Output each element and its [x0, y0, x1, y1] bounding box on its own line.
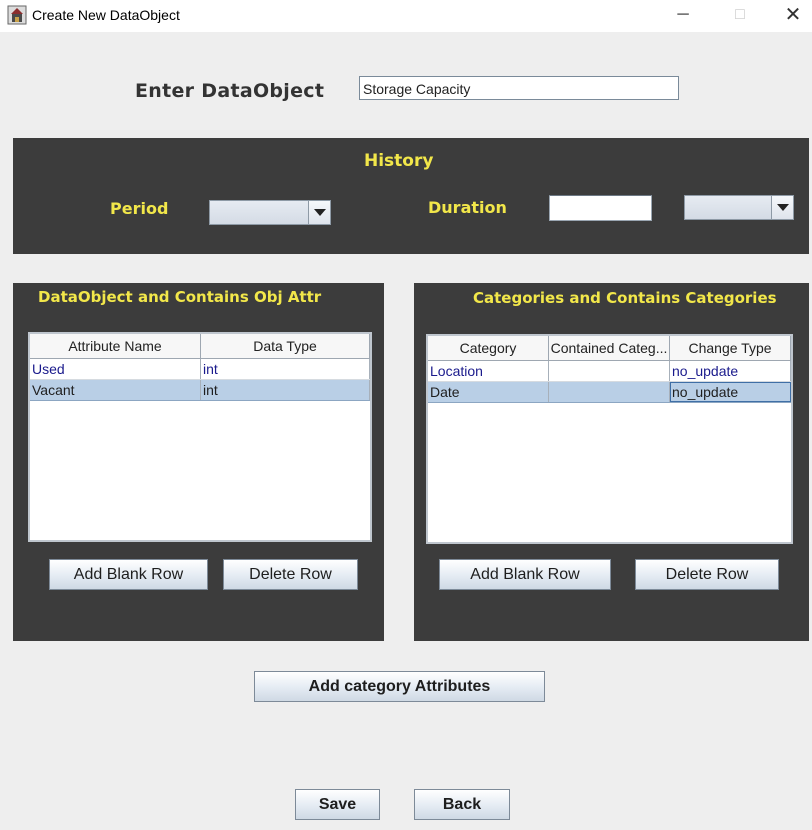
table-cell[interactable]: int — [201, 359, 370, 379]
attributes-panel-title: DataObject and Contains Obj Attr — [38, 288, 322, 306]
maximize-icon[interactable]: □ — [717, 0, 763, 32]
column-header-change-type[interactable]: Change Type — [670, 336, 791, 360]
attributes-panel: DataObject and Contains Obj Attr Attribu… — [13, 283, 384, 641]
table-cell[interactable] — [549, 361, 670, 381]
table-cell[interactable]: Used — [30, 359, 201, 379]
duration-unit-dropdown[interactable] — [684, 195, 794, 220]
delete-row-button[interactable]: Delete Row — [223, 559, 358, 590]
column-header-data-type[interactable]: Data Type — [201, 334, 370, 358]
history-title: History — [364, 151, 434, 171]
add-category-attributes-button[interactable]: Add category Attributes — [254, 671, 545, 702]
back-button[interactable]: Back — [414, 789, 510, 820]
save-button[interactable]: Save — [295, 789, 380, 820]
history-panel: History Period Duration — [13, 138, 809, 254]
column-header-contained-categories[interactable]: Contained Categ... — [549, 336, 670, 360]
enter-dataobject-label: Enter DataObject — [135, 80, 325, 102]
minimize-icon[interactable]: ─ — [660, 0, 706, 32]
duration-input[interactable] — [549, 195, 652, 221]
period-dropdown[interactable] — [209, 200, 331, 225]
categories-panel-title: Categories and Contains Categories — [473, 289, 777, 307]
dataobject-input[interactable]: Storage Capacity — [359, 76, 679, 100]
add-blank-row-button[interactable]: Add Blank Row — [439, 559, 611, 590]
table-cell[interactable]: Date — [428, 382, 549, 402]
table-row[interactable]: Vacant int — [30, 380, 370, 401]
chevron-down-icon[interactable] — [771, 196, 793, 219]
table-header: Category Contained Categ... Change Type — [428, 336, 791, 361]
window-title: Create New DataObject — [32, 7, 180, 23]
table-cell[interactable]: Vacant — [30, 380, 201, 400]
table-cell[interactable]: Location — [428, 361, 549, 381]
categories-table[interactable]: Category Contained Categ... Change Type … — [426, 334, 793, 544]
table-cell[interactable]: no_update — [670, 361, 791, 381]
add-blank-row-button[interactable]: Add Blank Row — [49, 559, 208, 590]
table-row[interactable]: Date no_update — [428, 382, 791, 403]
chevron-down-icon[interactable] — [308, 201, 330, 224]
table-cell[interactable]: no_update — [670, 382, 791, 402]
column-header-attribute-name[interactable]: Attribute Name — [30, 334, 201, 358]
table-header: Attribute Name Data Type — [30, 334, 370, 359]
close-icon[interactable]: ✕ — [774, 0, 812, 32]
table-row[interactable]: Location no_update — [428, 361, 791, 382]
column-header-category[interactable]: Category — [428, 336, 549, 360]
delete-row-button[interactable]: Delete Row — [635, 559, 779, 590]
categories-panel: Categories and Contains Categories Categ… — [414, 283, 809, 641]
app-icon — [7, 5, 27, 25]
period-label: Period — [110, 199, 169, 218]
attributes-table[interactable]: Attribute Name Data Type Used int Vacant… — [28, 332, 372, 542]
duration-label: Duration — [428, 198, 507, 217]
table-cell[interactable] — [549, 382, 670, 402]
table-row[interactable]: Used int — [30, 359, 370, 380]
title-bar: Create New DataObject ─ □ ✕ — [0, 0, 812, 32]
table-cell[interactable]: int — [201, 380, 370, 400]
